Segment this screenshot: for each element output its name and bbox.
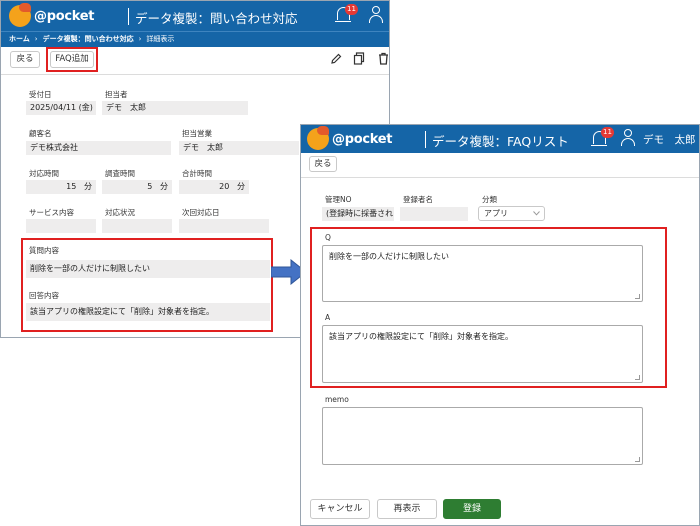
title-separator (425, 131, 426, 148)
logo-text: @pocket (332, 131, 393, 147)
pocket-logo-icon (307, 126, 329, 150)
memo-textarea[interactable] (322, 407, 643, 465)
register-button[interactable]: 登録 (443, 499, 501, 519)
toolbar-divider (1, 74, 389, 75)
unit-label: 分 (84, 182, 92, 191)
pocket-logo-icon (9, 3, 31, 27)
logo-text: @pocket (34, 8, 95, 24)
toolbar-divider (301, 177, 699, 178)
total-time-value: 20 (219, 182, 230, 191)
breadcrumb-home[interactable]: ホーム (9, 35, 30, 43)
response-time-value: 15 (66, 182, 77, 191)
app-logo[interactable]: @pocket (9, 3, 95, 27)
customer-field: デモ株式会社 (26, 141, 171, 155)
page-title: データ複製：問い合わせ対応 (135, 11, 298, 26)
next-date-label: 次回対応日 (182, 208, 220, 217)
notification-badge: 11 (601, 127, 614, 138)
chevron-down-icon (533, 211, 540, 216)
memo-label: memo (325, 395, 349, 404)
registrant-field (400, 207, 468, 221)
title-separator (128, 8, 129, 25)
sales-rep-field: デモ 太郎 (179, 141, 299, 155)
status-label: 対応状況 (105, 208, 135, 217)
customer-label: 顧客名 (29, 129, 52, 138)
trash-icon[interactable] (378, 52, 389, 65)
mgmt-no-field: (登録時に採番されま (322, 207, 394, 221)
received-date-field: 2025/04/11 (金) (26, 101, 96, 115)
cancel-button[interactable]: キャンセル (310, 499, 370, 519)
qa-highlight (21, 238, 273, 332)
received-date-label: 受付日 (29, 90, 52, 99)
sales-rep-label: 担当営業 (182, 129, 212, 138)
notification-badge: 11 (345, 4, 358, 15)
copy-icon[interactable] (353, 52, 365, 65)
total-time-label: 合計時間 (182, 169, 212, 178)
category-value: アプリ (484, 209, 508, 218)
username: デモ 太郎 (643, 134, 696, 146)
app-header: @pocket データ複製：FAQリスト 11 デモ 太郎 (301, 125, 699, 153)
user-icon[interactable] (621, 129, 635, 147)
breadcrumb-app[interactable]: データ複製：問い合わせ対応 (43, 35, 134, 43)
research-time-field: 5 分 (102, 180, 172, 194)
response-time-label: 対応時間 (29, 169, 59, 178)
research-time-value: 5 (147, 182, 153, 191)
app-header: @pocket データ複製：問い合わせ対応 11 (1, 1, 389, 31)
status-field (102, 219, 172, 233)
category-select[interactable]: アプリ (478, 206, 545, 221)
breadcrumb-current: 詳細表示 (146, 35, 175, 43)
user-icon[interactable] (369, 6, 383, 24)
assignee-label: 担当者 (105, 90, 128, 99)
back-button[interactable]: 戻る (309, 156, 337, 172)
unit-label: 分 (160, 182, 168, 191)
breadcrumb: ホーム › データ複製：問い合わせ対応 › 詳細表示 (1, 31, 389, 47)
breadcrumb-separator: › (34, 35, 38, 43)
faq-window: @pocket データ複製：FAQリスト 11 デモ 太郎 戻る 管理NO (登… (300, 124, 700, 526)
total-time-field: 20 分 (179, 180, 249, 194)
qa-highlight (310, 227, 667, 388)
faq-button-highlight (46, 47, 98, 72)
response-time-field: 15 分 (26, 180, 96, 194)
breadcrumb-separator: › (138, 35, 142, 43)
next-date-field (179, 219, 269, 233)
registrant-label: 登録者名 (403, 195, 433, 204)
page-title: データ複製：FAQリスト (432, 134, 569, 149)
service-label: サービス内容 (29, 208, 74, 217)
research-time-label: 調査時間 (105, 169, 135, 178)
redisplay-button[interactable]: 再表示 (377, 499, 437, 519)
unit-label: 分 (237, 182, 245, 191)
app-logo[interactable]: @pocket (307, 126, 393, 150)
back-button[interactable]: 戻る (10, 51, 40, 68)
category-label: 分類 (482, 195, 497, 204)
edit-icon[interactable] (330, 53, 342, 65)
service-field (26, 219, 96, 233)
assignee-field: デモ 太郎 (102, 101, 248, 115)
mgmt-no-label: 管理NO (325, 195, 352, 204)
